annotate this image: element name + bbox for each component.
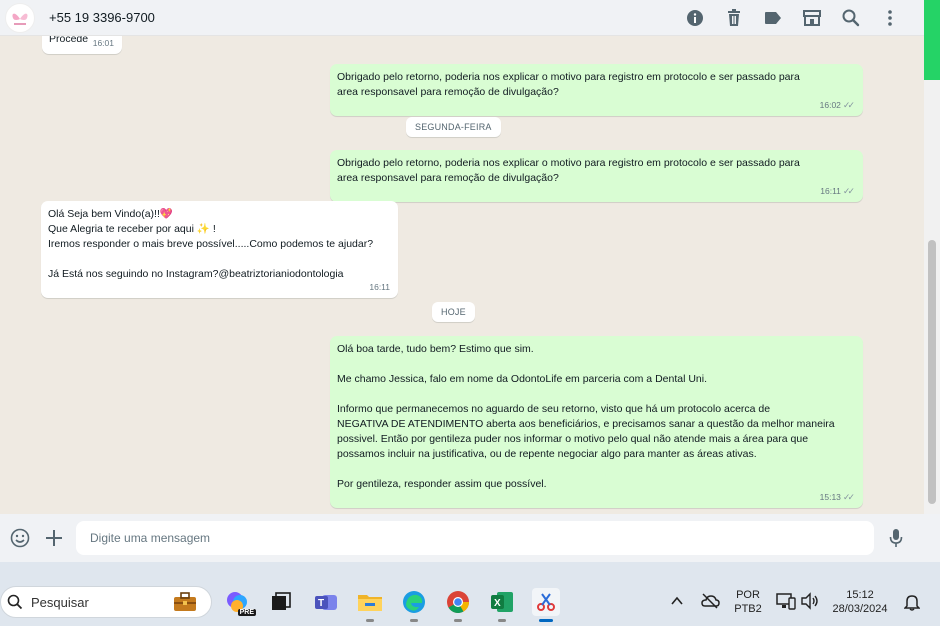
message-composer [0,514,924,562]
double-check-icon: ✓✓ [842,100,855,110]
microphone-icon[interactable] [882,524,910,552]
chevron-up-icon[interactable] [670,594,684,613]
running-indicator [366,619,374,622]
search-icon [7,594,23,610]
taskbar-search[interactable]: Pesquisar [0,586,212,618]
running-indicator [454,619,462,622]
double-check-icon: ✓✓ [842,186,855,196]
monitor-phone-icon[interactable] [776,592,796,615]
right-accent-bar [924,0,940,80]
briefcase-icon [173,592,197,617]
clock-time: 15:12 [846,589,874,601]
menu-dots-icon[interactable] [878,6,902,30]
right-strip [924,514,940,562]
message-text: Olá boa tarde, tudo bem? Estimo que sim.… [337,343,835,490]
message-out-3[interactable]: Olá boa tarde, tudo bem? Estimo que sim.… [330,336,863,508]
active-indicator [539,619,553,622]
message-out-2[interactable]: Obrigado pelo retorno, poderia nos expli… [330,150,863,202]
emoji-icon[interactable] [6,524,34,552]
edge-icon[interactable] [400,588,428,622]
message-text: Obrigado pelo retorno, poderia nos expli… [337,71,800,98]
search-icon[interactable] [839,6,863,30]
file-explorer-icon[interactable] [356,588,384,622]
task-view-icon[interactable] [267,588,295,616]
taskbar-search-label: Pesquisar [31,594,89,610]
day-chip-segunda: SEGUNDA-FEIRA [406,117,501,137]
contact-name[interactable]: +55 19 3396-9700 [49,10,155,25]
excel-icon[interactable]: X [488,588,516,622]
message-out-1[interactable]: Obrigado pelo retorno, poderia nos expli… [330,64,863,116]
shop-icon[interactable] [800,6,824,30]
volume-icon[interactable] [800,592,820,615]
trash-icon[interactable] [722,6,746,30]
double-check-icon: ✓✓ [842,492,855,502]
message-input[interactable] [76,521,874,555]
svg-text:T: T [318,598,324,609]
message-time: 16:11 [820,186,841,196]
message-time: 15:13 [819,492,841,502]
info-icon[interactable] [683,6,707,30]
notification-bell-icon[interactable] [903,593,921,616]
cloud-off-icon[interactable] [700,592,720,615]
label-icon[interactable] [761,6,785,30]
running-indicator [410,619,418,622]
day-chip-hoje: HOJE [432,302,475,322]
keyboard-layout: PTB2 [734,603,762,615]
copilot-pre-icon[interactable]: PRE [224,588,256,616]
clock-date: 28/03/2024 [832,603,888,615]
chrome-icon[interactable] [444,588,472,622]
running-indicator [498,619,506,622]
teams-icon[interactable]: T [312,588,340,616]
message-in-partial[interactable]: Procede 16:01 [42,36,122,54]
windows-taskbar: Pesquisar PRE T X POR PTB2 15:12 28/03/2… [0,578,940,626]
message-text: Obrigado pelo retorno, poderia nos expli… [337,157,800,184]
lang-code: POR [736,589,760,601]
chat-header: +55 19 3396-9700 [0,0,924,36]
message-text: Olá Seja bem Vindo(a)!!💖 Que Alegria te … [48,208,374,280]
chat-scrollbar-thumb[interactable] [928,240,936,504]
input-language[interactable]: POR PTB2 [732,588,764,616]
clock[interactable]: 15:12 28/03/2024 [830,588,890,616]
copilot-badge: PRE [237,609,256,616]
contact-avatar[interactable] [5,2,35,33]
message-time: 16:01 [92,38,114,48]
attach-plus-icon[interactable] [40,524,68,552]
chat-area: Procede 16:01 Obrigado pelo retorno, pod… [0,36,924,514]
message-time: 16:11 [369,282,390,292]
message-in-welcome[interactable]: Olá Seja bem Vindo(a)!!💖 Que Alegria te … [41,201,398,298]
snipping-tool-icon[interactable] [532,588,560,622]
svg-text:X: X [494,598,501,609]
message-time: 16:02 [819,100,841,110]
taskbar-top-band [0,562,940,578]
butterfly-logo-icon [12,13,28,25]
